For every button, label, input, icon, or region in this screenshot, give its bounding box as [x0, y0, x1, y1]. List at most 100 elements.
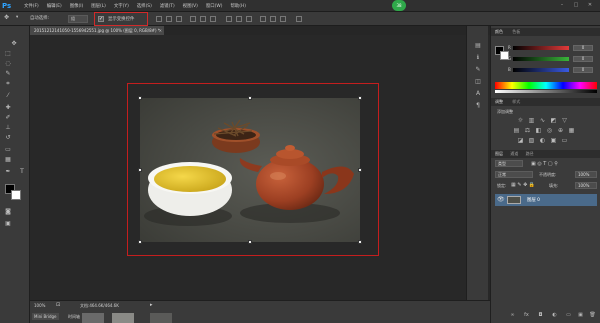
layer-kind-filter[interactable]: 类型 [495, 160, 523, 167]
blend-mode-dropdown[interactable]: 正常 [495, 171, 533, 178]
brightness-icon[interactable]: ☼ [517, 117, 524, 124]
zoom-level[interactable]: 100% [34, 303, 45, 308]
transform-handle-bottom[interactable] [248, 240, 252, 244]
menu-view[interactable]: 视图(V) [183, 3, 198, 9]
blue-slider[interactable] [513, 68, 569, 72]
notification-badge[interactable]: 38 [392, 0, 406, 11]
auto-align-icon[interactable] [296, 16, 302, 22]
grayscale-ramp[interactable] [495, 90, 597, 93]
menu-edit[interactable]: 编辑(E) [47, 3, 62, 9]
styles-tab[interactable]: 样式 [512, 99, 520, 104]
channel-mixer-icon[interactable]: ⊕ [557, 127, 564, 134]
screen-mode-icon[interactable]: ▣ [4, 220, 12, 227]
marquee-tool-icon[interactable]: ⬚ [4, 50, 12, 57]
status-arrow-icon[interactable]: ▸ [150, 302, 153, 308]
background-color-swatch[interactable] [11, 190, 21, 200]
align-right-icon[interactable] [210, 16, 216, 22]
menu-file[interactable]: 文件(F) [24, 3, 39, 9]
show-transform-checkbox[interactable]: ✓ [98, 16, 104, 22]
color-lookup-icon[interactable]: ▦ [568, 127, 575, 134]
brush-panel-icon[interactable]: ✎ [474, 66, 482, 73]
bridge-thumbnail[interactable] [150, 313, 172, 323]
brush-tool-icon[interactable]: ✐ [4, 114, 12, 121]
distribute-right-icon[interactable] [280, 16, 286, 22]
black-white-icon[interactable]: ◧ [535, 127, 542, 134]
transform-handle-bottom-right[interactable] [358, 240, 362, 244]
minimize-button[interactable]: – [558, 2, 566, 9]
info-icon[interactable]: ⊡ [56, 302, 60, 308]
exposure-icon[interactable]: ◩ [550, 117, 557, 124]
layer-name[interactable]: 图层 0 [527, 197, 540, 203]
menu-layer[interactable]: 图层(L) [91, 3, 106, 9]
selective-color-icon[interactable]: ▣ [550, 137, 557, 144]
color-spectrum[interactable] [495, 82, 597, 89]
clone-panel-icon[interactable]: ◫ [474, 78, 482, 85]
history-brush-icon[interactable]: ↺ [4, 134, 12, 141]
red-slider[interactable] [513, 46, 569, 50]
new-group-icon[interactable]: ▭ [565, 312, 572, 319]
stamp-tool-icon[interactable]: ⊥ [4, 124, 12, 131]
align-top-icon[interactable] [156, 16, 162, 22]
threshold-icon[interactable]: ◐ [539, 137, 546, 144]
distribute-bottom-icon[interactable] [246, 16, 252, 22]
lasso-tool-icon[interactable]: ◌ [4, 60, 12, 67]
transform-handle-left[interactable] [138, 168, 142, 172]
paragraph-panel-icon[interactable]: ¶ [474, 102, 482, 109]
history-panel-icon[interactable]: ▤ [474, 42, 482, 49]
auto-select-dropdown[interactable]: 组 [68, 15, 88, 23]
blue-value[interactable]: 0 [573, 67, 593, 73]
layers-tab[interactable]: 图层 [495, 151, 503, 156]
adjustments-tab[interactable]: 调整 [495, 99, 503, 104]
color-tab[interactable]: 颜色 [495, 29, 503, 34]
lock-icons[interactable]: ▦ ✎ ✥ 🔒 [511, 182, 535, 188]
menu-filter[interactable]: 滤镜(T) [160, 3, 175, 9]
hue-saturation-icon[interactable]: ▤ [513, 127, 520, 134]
healing-tool-icon[interactable]: ✚ [4, 104, 12, 111]
gradient-tool-icon[interactable]: ▦ [4, 156, 12, 163]
maximize-button[interactable]: □ [572, 2, 580, 9]
distribute-hcenter-icon[interactable] [270, 16, 276, 22]
color-balance-icon[interactable]: ⚖ [524, 127, 531, 134]
character-panel-icon[interactable]: A [474, 90, 482, 97]
close-tab-icon[interactable]: ✕ [159, 26, 162, 35]
new-adjustment-icon[interactable]: ◐ [551, 312, 558, 319]
move-tool-icon[interactable]: ✥ [4, 14, 9, 21]
link-layers-icon[interactable]: ∞ [509, 312, 516, 319]
green-slider[interactable] [513, 57, 569, 61]
new-layer-icon[interactable]: ▣ [577, 312, 584, 319]
posterize-icon[interactable]: ▧ [528, 137, 535, 144]
add-mask-icon[interactable]: ◘ [537, 312, 544, 319]
transform-handle-top-left[interactable] [138, 96, 142, 100]
menu-type[interactable]: 文字(Y) [114, 3, 129, 9]
dropdown-arrow-icon[interactable]: ▾ [16, 15, 18, 20]
align-vcenter-icon[interactable] [166, 16, 172, 22]
eyedropper-tool-icon[interactable]: ⁄ [4, 92, 12, 99]
timeline-tab[interactable]: 时间轴 [66, 313, 82, 320]
crop-tool-icon[interactable]: ⌗ [4, 80, 12, 87]
green-value[interactable]: 0 [573, 56, 593, 62]
mini-bridge-tab[interactable]: Mini Bridge [32, 313, 59, 320]
vibrance-icon[interactable]: ▽ [561, 117, 568, 124]
pen-tool-icon[interactable]: ✒ [4, 168, 12, 175]
document-image[interactable] [140, 98, 360, 242]
type-tool-icon[interactable]: T [18, 168, 26, 175]
paths-tab[interactable]: 路径 [526, 151, 534, 156]
curves-icon[interactable]: ∿ [539, 117, 546, 124]
eraser-tool-icon[interactable]: ▭ [4, 146, 12, 153]
menu-help[interactable]: 帮助(H) [230, 3, 246, 9]
delete-layer-icon[interactable]: 🗑 [589, 312, 596, 319]
transform-handle-bottom-left[interactable] [138, 240, 142, 244]
transform-handle-right[interactable] [358, 168, 362, 172]
distribute-vcenter-icon[interactable] [236, 16, 242, 22]
menu-image[interactable]: 图像(I) [70, 3, 84, 9]
properties-panel-icon[interactable]: ℹ [474, 54, 482, 61]
channels-tab[interactable]: 通道 [510, 151, 518, 156]
levels-icon[interactable]: ▥ [528, 117, 535, 124]
opacity-field[interactable]: 100% [575, 171, 597, 178]
menu-window[interactable]: 窗口(W) [206, 3, 223, 9]
transform-handle-top-right[interactable] [358, 96, 362, 100]
fill-field[interactable]: 100% [575, 182, 597, 189]
align-hcenter-icon[interactable] [200, 16, 206, 22]
gradient-map-icon[interactable]: ▭ [561, 137, 568, 144]
move-tool-icon[interactable]: ✥ [10, 40, 18, 47]
